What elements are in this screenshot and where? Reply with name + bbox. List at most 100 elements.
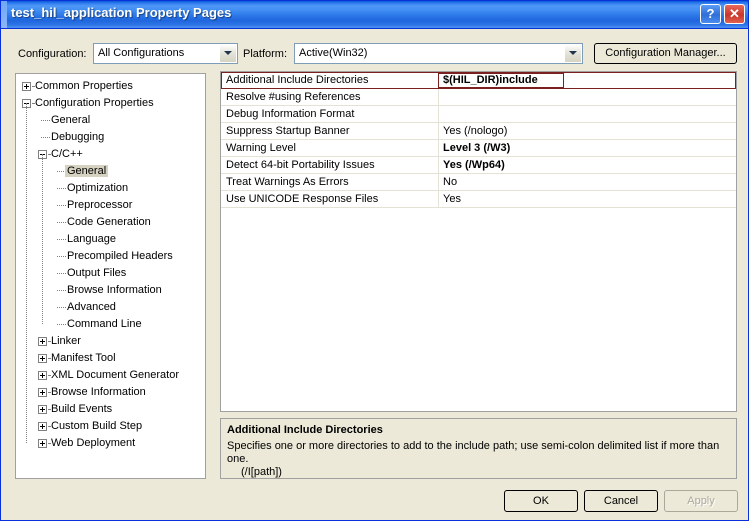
chevron-down-icon[interactable] [564,45,581,62]
tree-item-label: Manifest Tool [51,352,116,364]
configuration-manager-button[interactable]: Configuration Manager... [594,43,737,64]
tree-item-language[interactable]: Language [16,231,205,248]
tree-item-label: Configuration Properties [35,97,154,109]
tree-item-label: Optimization [67,182,129,194]
tree-item-code-generation[interactable]: Code Generation [16,214,205,231]
close-icon[interactable]: ✕ [724,4,745,24]
property-row[interactable]: Detect 64-bit Portability Issues Yes (/Wp… [221,157,736,174]
tree-item-label: Advanced [67,301,116,313]
tree-item-label: Build Events [51,403,113,415]
property-name: Debug Information Format [226,108,355,120]
help-icon[interactable]: ? [700,4,721,24]
tree-item-label: Command Line [67,318,142,330]
property-value[interactable]: Yes [443,193,461,205]
configuration-value: All Configurations [98,47,185,59]
expand-icon[interactable] [38,422,47,431]
property-row[interactable]: Additional Include Directories $(HIL_DIR)… [221,72,736,89]
property-value[interactable]: Yes (/Wp64) [443,159,505,171]
configuration-dropdown[interactable]: All Configurations [93,43,238,64]
tree-item-browse-information[interactable]: Browse Information [16,282,205,299]
apply-button: Apply [664,490,738,512]
tree-guide-line [42,154,44,324]
property-row[interactable]: Warning Level Level 3 (/W3) [221,140,736,157]
tree-item-label: Custom Build Step [51,420,143,432]
tree-item-advanced[interactable]: Advanced [16,299,205,316]
tree-item-configuration-properties[interactable]: Configuration Properties [16,95,205,112]
property-row[interactable]: Resolve #using References [221,89,736,106]
expand-icon[interactable] [38,405,47,414]
tree-item-label: C/C++ [51,148,83,160]
tree-connector [48,392,50,394]
column-divider [438,191,439,208]
tree-connector [57,273,66,275]
tree-item-label: Code Generation [67,216,151,228]
tree-item-label: Web Deployment [51,437,136,449]
property-value[interactable]: Yes (/nologo) [443,125,507,137]
tree-item-debugging[interactable]: Debugging [16,129,205,146]
tree-item-label: XML Document Generator [51,369,179,381]
tree-item-browse-information[interactable]: Browse Information [16,384,205,401]
chevron-down-icon[interactable] [219,45,236,62]
tree-connector [57,324,66,326]
properties-tree[interactable]: Common Properties Configuration Propertie… [15,73,206,479]
tree-item-manifest-tool[interactable]: Manifest Tool [16,350,205,367]
property-grid[interactable]: Additional Include Directories $(HIL_DIR)… [220,71,737,412]
tree-item-xml-document-generator[interactable]: XML Document Generator [16,367,205,384]
property-name: Additional Include Directories [226,74,369,86]
expand-icon[interactable] [22,82,31,91]
property-row[interactable]: Debug Information Format [221,106,736,123]
property-name: Resolve #using References [226,91,361,103]
tree-item-command-line[interactable]: Command Line [16,316,205,333]
title-bar-glow [1,1,7,28]
tree-item-optimization[interactable]: Optimization [16,180,205,197]
expand-icon[interactable] [38,354,47,363]
configuration-label: Configuration: [18,48,87,60]
column-divider [438,140,439,157]
tree-connector [57,239,66,241]
tree-connector [32,103,34,105]
cancel-button[interactable]: Cancel [584,490,658,512]
expand-icon[interactable] [38,337,47,346]
expand-icon[interactable] [38,388,47,397]
tree-item-c-c[interactable]: C/C++ [16,146,205,163]
expand-icon[interactable] [38,439,47,448]
tree-item-web-deployment[interactable]: Web Deployment [16,435,205,452]
title-bar: test_hil_application Property Pages ? ✕ [1,1,748,29]
tree-item-label: Browse Information [51,386,146,398]
property-value[interactable]: No [443,176,457,188]
property-value-editor[interactable] [438,73,564,88]
property-name: Treat Warnings As Errors [226,176,349,188]
tree-item-common-properties[interactable]: Common Properties [16,78,205,95]
tree-item-label: Language [67,233,116,245]
tree-connector [57,188,66,190]
tree-item-build-events[interactable]: Build Events [16,401,205,418]
tree-item-label: Preprocessor [67,199,133,211]
tree-item-custom-build-step[interactable]: Custom Build Step [16,418,205,435]
ok-button[interactable]: OK [504,490,578,512]
tree-item-general[interactable]: General [16,112,205,129]
platform-dropdown[interactable]: Active(Win32) [294,43,583,64]
property-row[interactable]: Suppress Startup Banner Yes (/nologo) [221,123,736,140]
platform-value: Active(Win32) [299,47,368,59]
tree-item-preprocessor[interactable]: Preprocessor [16,197,205,214]
tree-item-label: Debugging [51,131,105,143]
tree-item-linker[interactable]: Linker [16,333,205,350]
property-row[interactable]: Use UNICODE Response Files Yes [221,191,736,208]
tree-connector [48,443,50,445]
expand-icon[interactable] [38,371,47,380]
tree-item-general[interactable]: General [16,163,205,180]
property-row[interactable]: Treat Warnings As Errors No [221,174,736,191]
property-name: Suppress Startup Banner [226,125,350,137]
description-panel: Additional Include Directories Specifies… [220,418,737,479]
tree-connector [48,358,50,360]
column-divider [438,174,439,191]
tree-guide-line [26,103,28,443]
description-line-2: (/I[path]) [241,466,282,478]
property-value[interactable]: Level 3 (/W3) [443,142,510,154]
tree-item-precompiled-headers[interactable]: Precompiled Headers [16,248,205,265]
tree-item-output-files[interactable]: Output Files [16,265,205,282]
property-name: Warning Level [226,142,296,154]
column-divider [438,89,439,106]
platform-label: Platform: [243,48,288,60]
tree-item-label: Output Files [67,267,127,279]
